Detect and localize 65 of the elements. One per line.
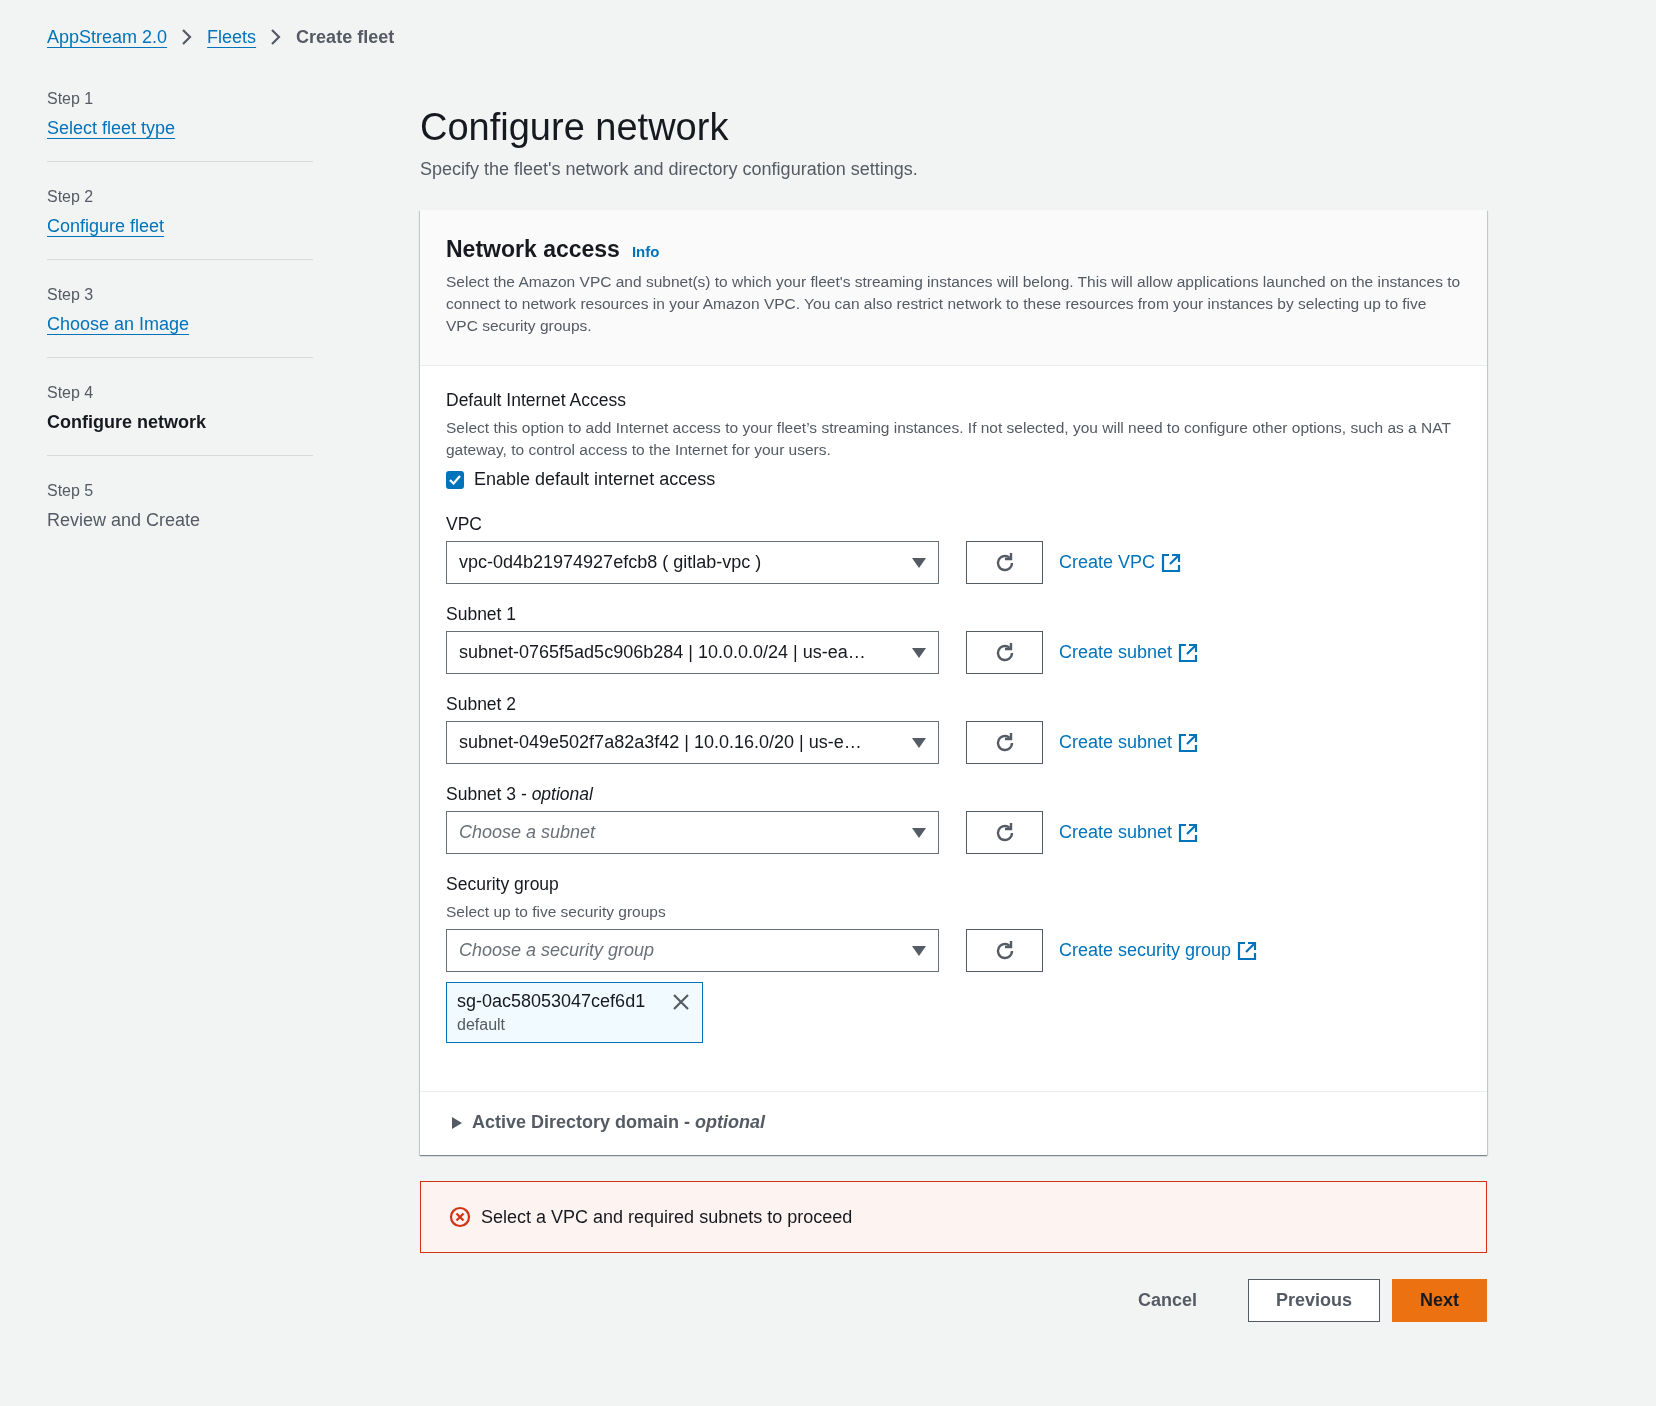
breadcrumb-link[interactable]: AppStream 2.0 (47, 26, 168, 48)
step-number: Step 3 (47, 286, 95, 304)
token-description: default (457, 1016, 507, 1034)
breadcrumb-link[interactable]: Fleets (207, 26, 257, 48)
page-title: Configure network (420, 106, 730, 149)
chevron-right-icon (270, 28, 283, 46)
step-link[interactable]: Configure fleet (47, 216, 165, 236)
expander-toggle[interactable]: Active Directory domain - optional (452, 1112, 766, 1133)
field-description: Select up to five security groups (446, 902, 667, 922)
step-title: Configure network (47, 412, 206, 432)
caret-down-icon (912, 827, 926, 838)
alert-message: Select a VPC and required subnets to proceed (481, 1206, 853, 1228)
page-description: Specify the fleet's network and directory configuration settings. (420, 159, 919, 180)
external-link-icon (1178, 822, 1199, 843)
refresh-button[interactable] (966, 631, 1043, 674)
token-value: sg-0ac58053047cef6d1 (457, 991, 646, 1012)
caret-right-icon (452, 1116, 462, 1129)
checkbox[interactable] (446, 470, 464, 489)
field-label: Security group (446, 874, 560, 895)
field-label: Default Internet Access (446, 390, 627, 411)
step-number: Step 4 (47, 384, 95, 402)
error-icon (449, 1206, 471, 1228)
refresh-button[interactable] (966, 929, 1043, 972)
breadcrumb-current: Create fleet (296, 26, 395, 48)
create-link[interactable]: Create subnet (1059, 732, 1199, 753)
refresh-button[interactable] (966, 541, 1043, 584)
caret-down-icon (912, 945, 926, 956)
step-number: Step 2 (47, 188, 95, 206)
refresh-button[interactable] (966, 811, 1043, 854)
external-link-icon (1178, 642, 1199, 663)
step-title: Review and Create (47, 510, 201, 530)
caret-down-icon (912, 647, 926, 658)
external-link-icon (1161, 552, 1182, 573)
step-number: Step 1 (47, 90, 95, 108)
secondary-button[interactable]: Previous (1247, 1279, 1380, 1322)
chevron-right-icon (181, 28, 194, 46)
refresh-button[interactable] (966, 721, 1043, 764)
select-field[interactable]: subnet-049e502f7a82a3f42 | 10.0.16.0/20 | us-e… (446, 721, 939, 764)
select-field[interactable]: subnet-0765f5ad5c906b284 | 10.0.0.0/24 | us-ea… (446, 631, 939, 674)
create-link[interactable]: Create VPC (1059, 552, 1182, 573)
external-link-icon (1178, 732, 1199, 753)
step-link[interactable]: Choose an Image (47, 314, 190, 334)
select-field[interactable]: Choose a subnet (446, 811, 939, 854)
close-icon (672, 993, 690, 1011)
create-link[interactable]: Create security group (1059, 940, 1258, 961)
step-number: Step 5 (47, 482, 95, 500)
select-field[interactable]: Choose a security group (446, 929, 939, 972)
section-title: Network access (446, 236, 620, 263)
caret-down-icon (912, 557, 926, 568)
field-label: Subnet 1 (446, 604, 518, 625)
create-link[interactable]: Create subnet (1059, 822, 1199, 843)
link-button[interactable]: Cancel (1110, 1279, 1224, 1322)
external-link-icon (1237, 940, 1258, 961)
field-label: Subnet 2 (446, 694, 518, 715)
info-link[interactable]: Info (631, 243, 660, 260)
checkbox-label: Enable default internet access (474, 469, 716, 490)
primary-button[interactable]: Next (1392, 1279, 1487, 1322)
field-label: Subnet 3 - optional (446, 784, 595, 805)
select-field[interactable]: vpc-0d4b21974927efcb8 ( gitlab-vpc ) (446, 541, 939, 584)
section-description: Select the Amazon VPC and subnet(s) to which your fleet's streaming instances will belong. This will allow applications launched on the instances to connect to network resources in your Amazon VPC. You can also restrict network to these resources from your instances by selecting up to five VPC security groups. (446, 272, 1461, 336)
field-label: VPC (446, 514, 483, 535)
create-link[interactable]: Create subnet (1059, 642, 1199, 663)
caret-down-icon (912, 737, 926, 748)
step-link[interactable]: Select fleet type (47, 118, 176, 138)
field-description: Select this option to add Internet access to your fleet’s streaming instances. If not selected, you will need to configure other options, such as a NAT gateway, to control access to the Internet for your users. (446, 418, 1452, 460)
